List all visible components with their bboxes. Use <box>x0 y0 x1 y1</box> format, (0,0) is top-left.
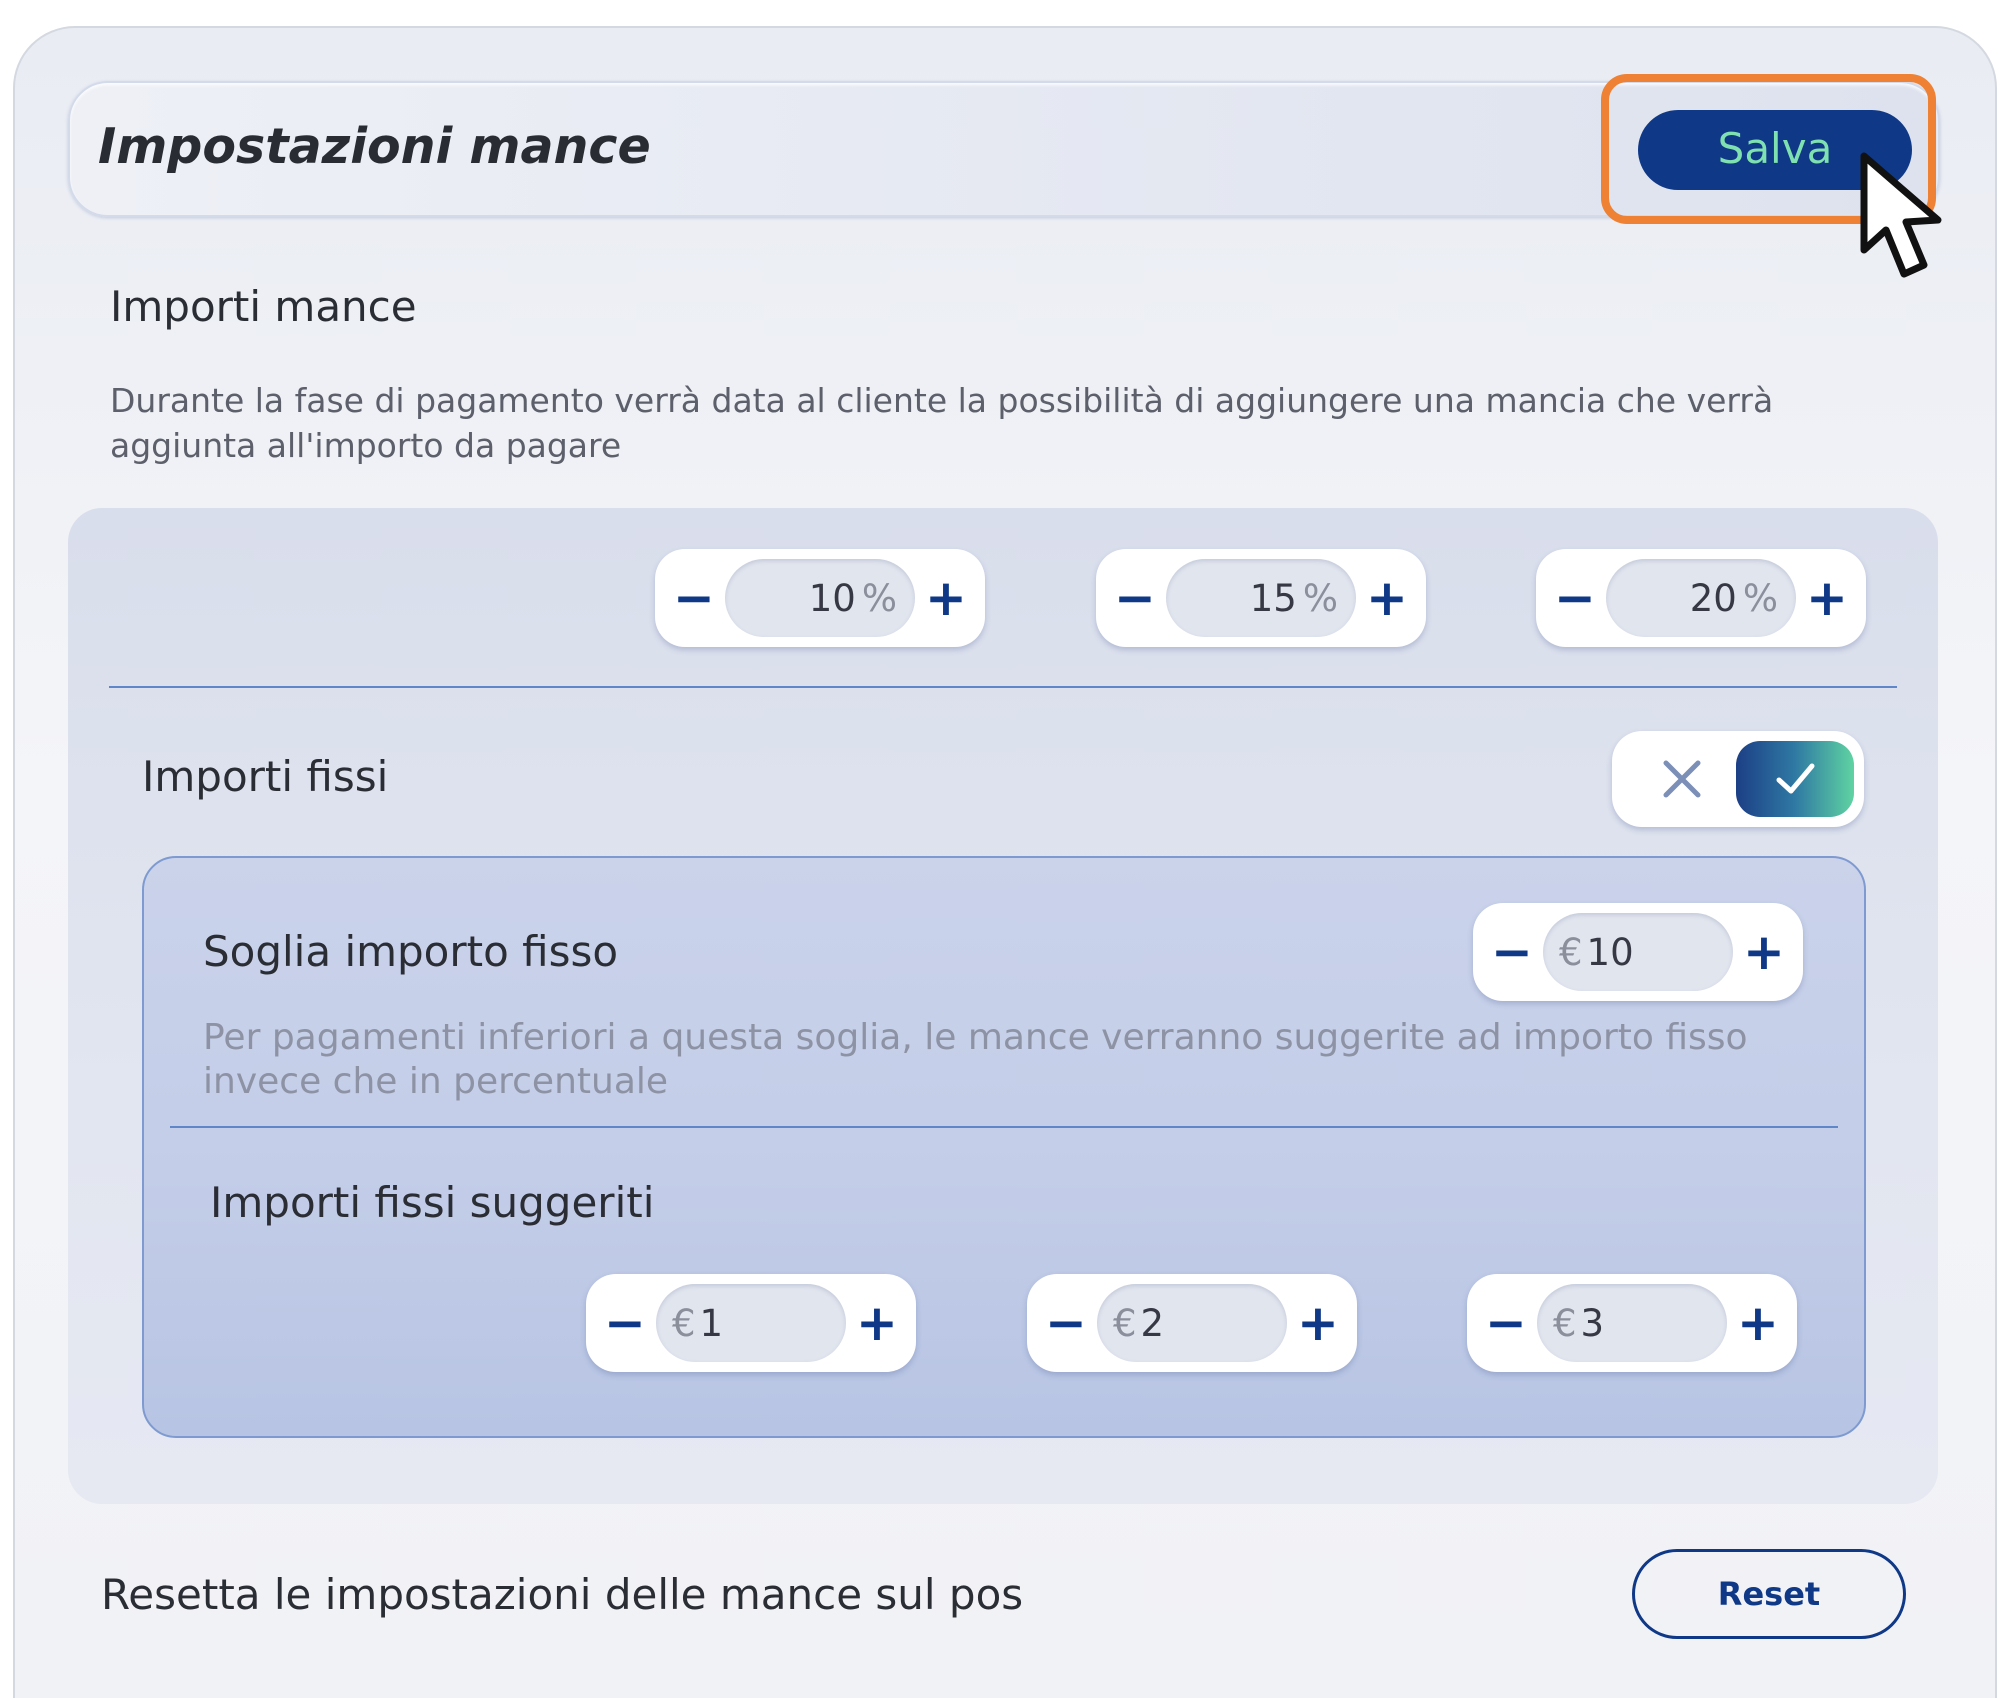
threshold-stepper: − €10 + <box>1473 903 1803 1001</box>
percent-symbol: % <box>861 576 897 620</box>
threshold-description: Per pagamenti inferiori a questa soglia,… <box>203 1017 1748 1102</box>
close-icon[interactable] <box>1654 751 1710 807</box>
increment-button[interactable]: + <box>846 1274 908 1372</box>
percentage-value: 10 <box>808 576 856 620</box>
currency-symbol: € <box>1553 1301 1577 1345</box>
currency-symbol: € <box>1113 1301 1137 1345</box>
decrement-button[interactable]: − <box>663 549 725 647</box>
amount-stepper-1: − €1 + <box>586 1274 916 1372</box>
tips-section-description: Durante la fase di pagamento verrà data … <box>110 381 1774 465</box>
mouse-pointer-icon <box>1860 152 1942 278</box>
threshold-value: 10 <box>1586 930 1634 974</box>
increment-button[interactable]: + <box>1356 549 1418 647</box>
amount-input-3[interactable]: €3 <box>1537 1284 1727 1362</box>
amount-stepper-2: − €2 + <box>1027 1274 1357 1372</box>
fixed-amounts-toggle[interactable] <box>1612 731 1864 827</box>
amount-value: 2 <box>1140 1301 1165 1345</box>
amount-stepper-3: − €3 + <box>1467 1274 1797 1372</box>
percent-symbol: % <box>1742 576 1778 620</box>
decrement-button[interactable]: − <box>1475 1274 1537 1372</box>
tips-section-title: Importi mance <box>110 282 417 331</box>
fixed-amounts-title: Importi fissi <box>142 752 389 801</box>
percentage-input-2[interactable]: 15% <box>1166 559 1356 637</box>
amount-input-1[interactable]: €1 <box>656 1284 846 1362</box>
percentage-stepper-1: − 10% + <box>655 549 985 647</box>
suggested-amounts-title: Importi fissi suggeriti <box>210 1178 655 1227</box>
percentage-value: 20 <box>1689 576 1737 620</box>
percentage-stepper-3: − 20% + <box>1536 549 1866 647</box>
amount-input-2[interactable]: €2 <box>1097 1284 1287 1362</box>
decrement-button[interactable]: − <box>1481 903 1543 1001</box>
percentage-stepper-2: − 15% + <box>1096 549 1426 647</box>
percentage-input-3[interactable]: 20% <box>1606 559 1796 637</box>
currency-symbol: € <box>672 1301 696 1345</box>
decrement-button[interactable]: − <box>1544 549 1606 647</box>
increment-button[interactable]: + <box>915 549 977 647</box>
increment-button[interactable]: + <box>1796 549 1858 647</box>
increment-button[interactable]: + <box>1287 1274 1349 1372</box>
increment-button[interactable]: + <box>1733 903 1795 1001</box>
threshold-input[interactable]: €10 <box>1543 913 1733 991</box>
decrement-button[interactable]: − <box>1104 549 1166 647</box>
decrement-button[interactable]: − <box>1035 1274 1097 1372</box>
percentage-input-1[interactable]: 10% <box>725 559 915 637</box>
reset-label: Resetta le impostazioni delle mance sul … <box>101 1570 1024 1619</box>
fixed-box-divider <box>170 1126 1838 1128</box>
page-title: Impostazioni mance <box>98 118 651 175</box>
increment-button[interactable]: + <box>1727 1274 1789 1372</box>
amount-value: 3 <box>1580 1301 1605 1345</box>
percentage-value: 15 <box>1249 576 1297 620</box>
reset-button[interactable]: Reset <box>1632 1549 1906 1639</box>
threshold-label: Soglia importo fisso <box>203 927 619 976</box>
decrement-button[interactable]: − <box>594 1274 656 1372</box>
section-divider <box>109 686 1897 688</box>
check-icon <box>1776 763 1815 794</box>
percent-symbol: % <box>1302 576 1338 620</box>
currency-symbol: € <box>1559 930 1583 974</box>
amount-value: 1 <box>699 1301 724 1345</box>
toggle-on-state[interactable] <box>1736 741 1854 817</box>
